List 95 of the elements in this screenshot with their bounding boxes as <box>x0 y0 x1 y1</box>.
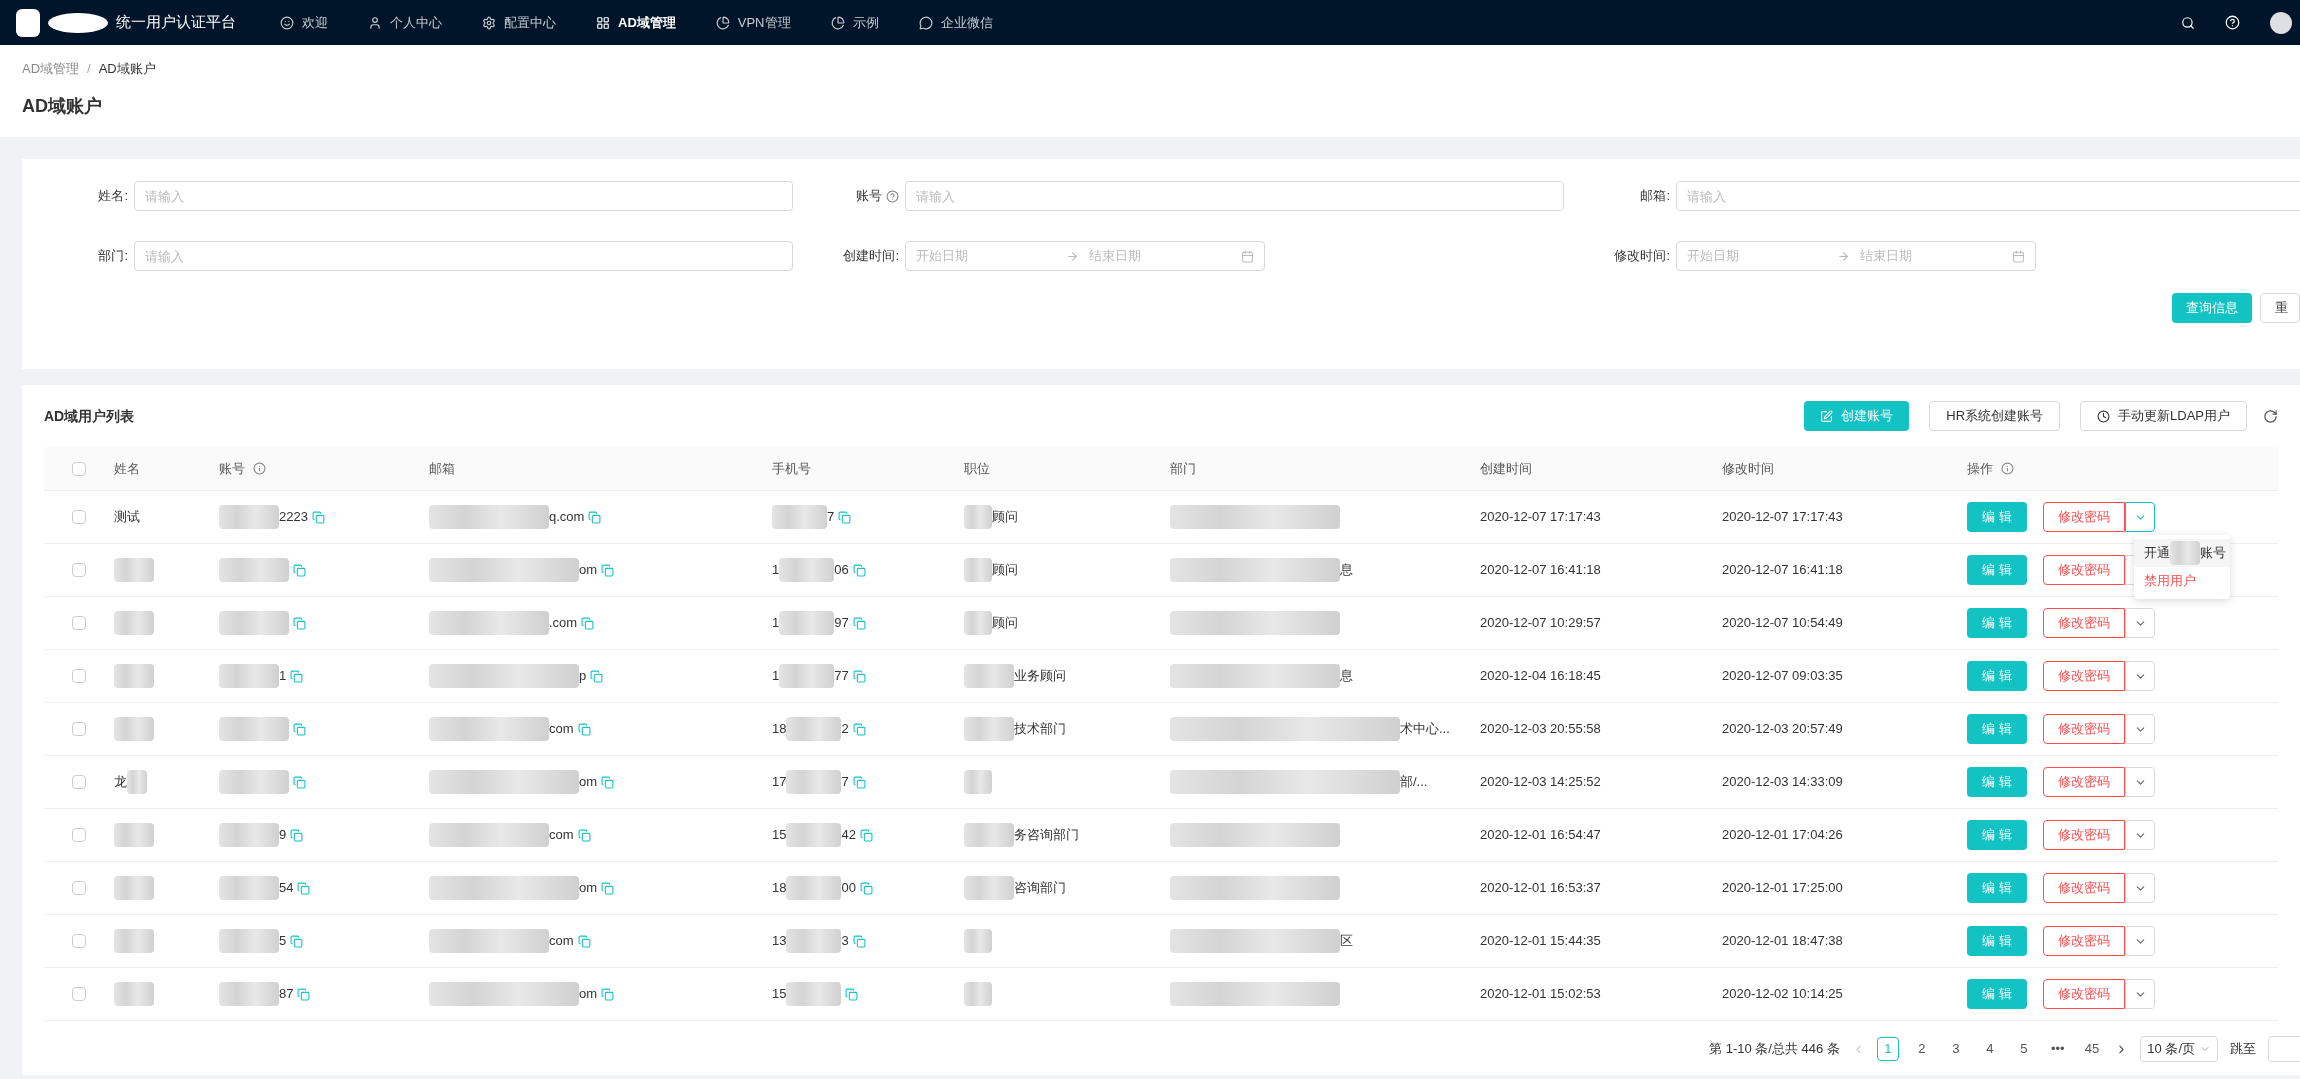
position-text: 务咨询部门 <box>1014 826 1079 845</box>
modified-time: 2020-12-01 17:04:26 <box>1722 827 1843 843</box>
phone-text: 97 <box>834 614 849 633</box>
modified-time: 2020-12-07 10:54:49 <box>1722 615 1843 631</box>
phone-text: 7 <box>827 508 835 527</box>
created-time: 2020-12-07 17:17:43 <box>1480 509 1601 525</box>
email-text: om <box>579 773 598 792</box>
created-time: 2020-12-07 10:29:57 <box>1480 615 1601 631</box>
account-text: 1 <box>279 667 287 686</box>
field-label: 邮箱: <box>1640 187 1670 206</box>
field-label: 创建时间: <box>843 247 899 266</box>
phone-text: 18 <box>772 879 787 898</box>
created-time: 2020-12-01 16:54:47 <box>1480 827 1601 843</box>
phone-text: 1 <box>772 667 780 686</box>
department-text: 区 <box>1340 932 1353 951</box>
column-header: 创建时间 <box>1480 459 1532 478</box>
created-time: 2020-12-01 15:02:53 <box>1480 986 1601 1002</box>
modified-time: 2020-12-07 17:17:43 <box>1722 509 1843 525</box>
position-text: 咨询部门 <box>1014 879 1066 898</box>
column-header: 手机号 <box>772 459 811 478</box>
field-label: 修改时间: <box>1614 247 1670 266</box>
email-text: .com <box>549 614 578 633</box>
field-label: 账号 <box>856 187 882 206</box>
phone-text: 15 <box>772 826 787 845</box>
modified-time: 2020-12-03 14:33:09 <box>1722 774 1843 790</box>
phone-text: 15 <box>772 985 787 1004</box>
phone-text: 06 <box>834 561 849 580</box>
department-text: 息 <box>1340 561 1353 580</box>
email-text: om <box>579 985 598 1004</box>
created-time: 2020-12-03 14:25:52 <box>1480 774 1601 790</box>
phone-text: 7 <box>841 773 849 792</box>
position-text: 顾问 <box>992 508 1018 527</box>
position-text: 顾问 <box>992 614 1018 633</box>
phone-text: 18 <box>772 720 787 739</box>
modified-time: 2020-12-01 18:47:38 <box>1722 933 1843 949</box>
jump-label: 跳至 <box>2230 1040 2256 1059</box>
modified-time: 2020-12-01 17:25:00 <box>1722 880 1843 896</box>
column-header: 部门 <box>1170 459 1196 478</box>
phone-text: 17 <box>772 773 787 792</box>
created-time: 2020-12-01 15:44:35 <box>1480 933 1601 949</box>
position-text: 业务顾问 <box>1014 667 1066 686</box>
name-text: 测试 <box>114 508 140 527</box>
column-header: 操作 <box>1967 459 1993 478</box>
email-text: p <box>579 667 587 686</box>
phone-text: 2 <box>841 720 849 739</box>
email-text: com <box>549 720 574 739</box>
modified-time: 2020-12-07 16:41:18 <box>1722 562 1843 578</box>
created-time: 2020-12-07 16:41:18 <box>1480 562 1601 578</box>
department-text: 术中心... <box>1400 720 1450 739</box>
phone-text: 13 <box>772 932 787 951</box>
email-text: com <box>549 826 574 845</box>
phone-text: 42 <box>841 826 856 845</box>
breadcrumb-separator: / <box>87 60 91 78</box>
position-text: 顾问 <box>992 561 1018 580</box>
name-text: 龙 <box>114 773 127 792</box>
created-time: 2020-12-04 16:18:45 <box>1480 668 1601 684</box>
phone-text: 1 <box>772 561 780 580</box>
column-header: 职位 <box>964 459 990 478</box>
account-text: 2223 <box>279 508 308 527</box>
end-date-placeholder: 结束日期 <box>1860 247 1913 266</box>
column-header: 修改时间 <box>1722 459 1774 478</box>
field-label: 部门: <box>98 247 128 266</box>
page-title: AD域账户 <box>22 94 103 118</box>
email-text: om <box>579 879 598 898</box>
account-text: 9 <box>279 826 287 845</box>
phone-text: 1 <box>772 614 780 633</box>
start-date-placeholder: 开始日期 <box>1687 247 1740 266</box>
email-text: q.com <box>549 508 585 527</box>
created-time: 2020-12-01 16:53:37 <box>1480 880 1601 896</box>
account-text: 54 <box>279 879 294 898</box>
email-text: com <box>549 932 574 951</box>
list-title: AD域用户列表 <box>44 406 135 426</box>
account-text: 5 <box>279 932 287 951</box>
modified-time: 2020-12-07 09:03:35 <box>1722 668 1843 684</box>
modified-time: 2020-12-03 20:57:49 <box>1722 721 1843 737</box>
position-text: 技术部门 <box>1014 720 1066 739</box>
app-title: 统一用户认证平台 <box>116 12 236 33</box>
email-text: om <box>579 561 598 580</box>
field-label: 姓名: <box>98 187 128 206</box>
department-text: 部/... <box>1400 773 1428 792</box>
phone-text: 3 <box>841 932 849 951</box>
column-header: 姓名 <box>114 459 140 478</box>
modified-time: 2020-12-02 10:14:25 <box>1722 986 1843 1002</box>
column-header: 账号 <box>219 459 245 478</box>
account-text: 87 <box>279 985 294 1004</box>
phone-text: 00 <box>841 879 856 898</box>
pagination-summary: 第 1-10 条/总共 446 条 <box>1709 1040 1840 1059</box>
breadcrumb-current: AD域账户 <box>98 60 156 78</box>
created-time: 2020-12-03 20:55:58 <box>1480 721 1601 737</box>
menu-item-suffix: 账号 <box>2200 544 2226 563</box>
phone-text: 77 <box>834 667 849 686</box>
end-date-placeholder: 结束日期 <box>1089 247 1142 266</box>
department-text: 息 <box>1340 667 1353 686</box>
start-date-placeholder: 开始日期 <box>916 247 969 266</box>
column-header: 邮箱 <box>429 459 455 478</box>
